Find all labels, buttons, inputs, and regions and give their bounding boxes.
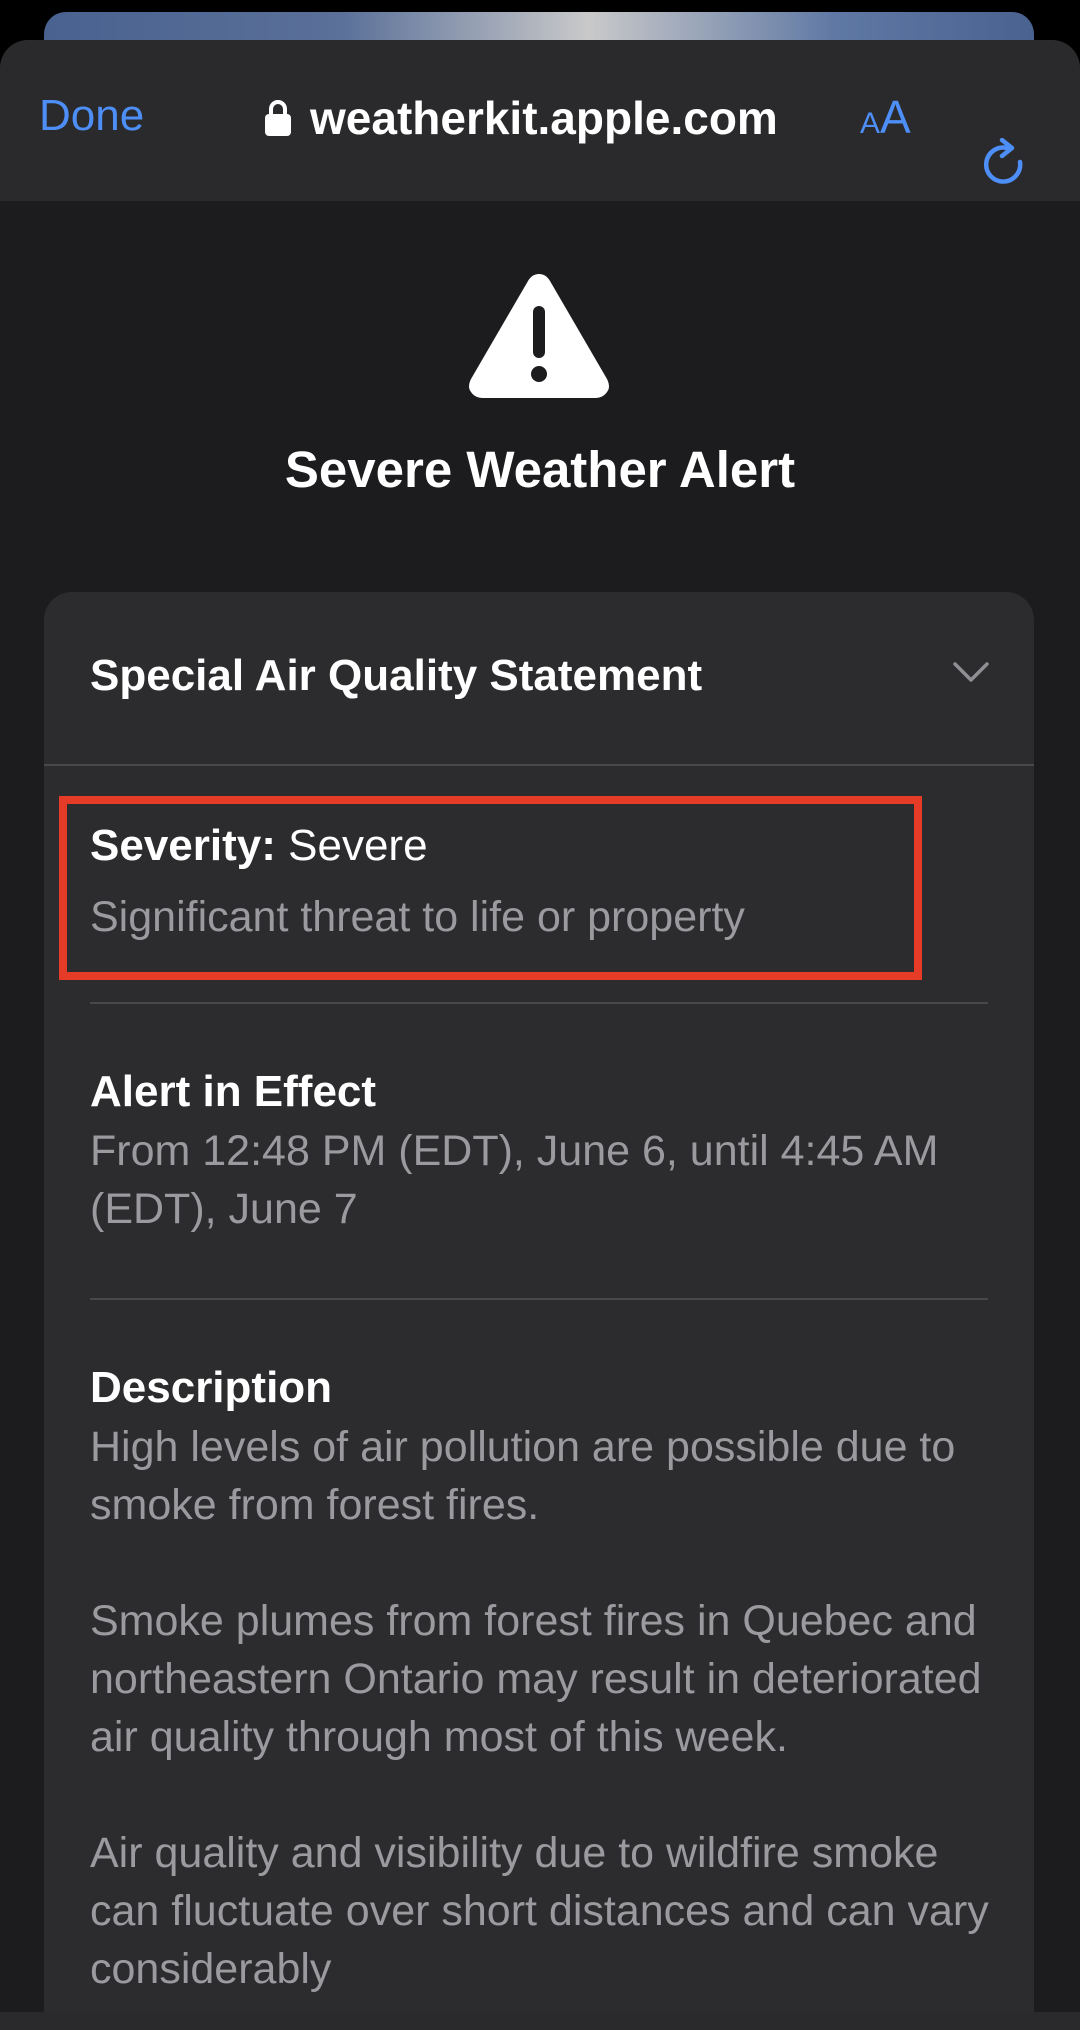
- bottom-edge: [0, 2012, 1080, 2030]
- safari-sheet: Done weatherkit.apple.com AA Severe Weat…: [0, 40, 1080, 2030]
- alert-type-header[interactable]: Special Air Quality Statement: [90, 651, 702, 700]
- warning-triangle-icon: [469, 274, 609, 398]
- header-divider: [44, 764, 1034, 766]
- reload-icon[interactable]: [980, 138, 1030, 192]
- severity-label: Severity:: [90, 821, 276, 870]
- section-divider: [90, 1298, 988, 1300]
- browser-toolbar: Done weatherkit.apple.com AA: [0, 40, 1080, 201]
- text-size-large-glyph: A: [880, 91, 911, 143]
- text-size-button[interactable]: AA: [860, 94, 911, 140]
- alert-in-effect-title: Alert in Effect: [90, 1067, 377, 1116]
- alert-title: Severe Weather Alert: [284, 441, 796, 498]
- description-body: High levels of air pollution are possibl…: [90, 1418, 1000, 2030]
- alert-card: Special Air Quality Statement Severity: …: [44, 592, 1034, 2030]
- done-button[interactable]: Done: [39, 94, 144, 138]
- section-divider: [90, 1002, 988, 1004]
- severity-value: Severe: [288, 821, 428, 870]
- chevron-down-icon[interactable]: [952, 660, 990, 684]
- description-paragraph: High levels of air pollution are possibl…: [90, 1423, 956, 1529]
- text-size-small-glyph: A: [860, 107, 881, 140]
- severity-description: Significant threat to life or property: [90, 893, 745, 941]
- severity-line: Severity: Severe: [90, 821, 428, 870]
- lock-icon: [265, 100, 291, 136]
- address-bar[interactable]: weatherkit.apple.com: [264, 90, 778, 146]
- description-paragraph: Smoke plumes from forest fires in Quebec…: [90, 1597, 982, 1761]
- url-text: weatherkit.apple.com: [310, 92, 778, 144]
- alert-in-effect-text: From 12:48 PM (EDT), June 6, until 4:45 …: [90, 1127, 939, 1233]
- description-paragraph: Air quality and visibility due to wildfi…: [90, 1829, 989, 1993]
- description-title: Description: [90, 1363, 333, 1412]
